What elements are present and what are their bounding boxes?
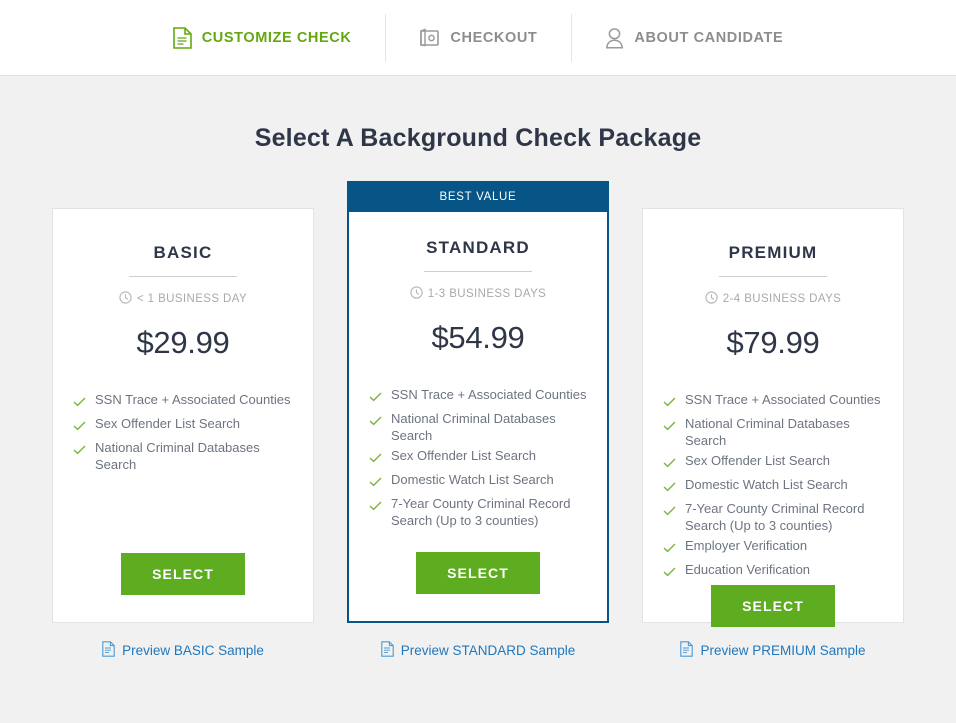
feature-list: SSN Trace + Associated Counties National… <box>663 391 883 585</box>
user-icon <box>605 27 624 49</box>
feature-item: Sex Offender List Search <box>73 415 293 436</box>
package-column-basic: BASIC < 1 BUSINESS DAY $29.99 SSN Trace … <box>52 181 314 660</box>
feature-label: National Criminal Databases Search <box>391 411 556 443</box>
document-icon <box>172 26 192 49</box>
check-icon <box>663 503 676 521</box>
package-turnaround: < 1 BUSINESS DAY <box>73 291 293 307</box>
check-icon <box>369 413 382 431</box>
feature-item: SSN Trace + Associated Counties <box>663 391 883 412</box>
feature-label: 7-Year County Criminal Record Search (Up… <box>685 501 865 533</box>
turnaround-label: 2-4 BUSINESS DAYS <box>722 293 842 305</box>
feature-label: SSN Trace + Associated Counties <box>95 392 291 407</box>
select-button-wrap: SELECT <box>53 553 313 622</box>
select-button-premium[interactable]: SELECT <box>711 585 835 627</box>
check-icon <box>369 450 382 468</box>
check-icon <box>663 394 676 412</box>
nav-item-customize-check[interactable]: CUSTOMIZE CHECK <box>139 14 386 62</box>
feature-label: Employer Verification <box>685 538 808 553</box>
check-icon <box>663 540 676 558</box>
feature-item: SSN Trace + Associated Counties <box>369 386 587 407</box>
feature-label: Domestic Watch List Search <box>391 472 554 487</box>
check-icon <box>663 479 676 497</box>
package-name: BASIC <box>153 243 213 262</box>
feature-label: National Criminal Databases Search <box>685 416 850 448</box>
clock-icon <box>119 291 132 307</box>
check-icon <box>663 455 676 473</box>
check-icon <box>663 418 676 436</box>
check-icon <box>369 389 382 407</box>
feature-item: 7-Year County Criminal Record Search (Up… <box>369 495 587 529</box>
turnaround-label: 1-3 BUSINESS DAYS <box>427 288 547 300</box>
feature-item: National Criminal Databases Search <box>369 410 587 444</box>
clock-icon <box>410 286 423 302</box>
package-name: PREMIUM <box>728 243 818 262</box>
feature-item: National Criminal Databases Search <box>73 439 293 473</box>
select-button-wrap: SELECT <box>349 552 607 621</box>
package-price: $54.99 <box>431 320 525 355</box>
nav-item-about-candidate[interactable]: ABOUT CANDIDATE <box>571 13 817 62</box>
feature-label: National Criminal Databases Search <box>95 440 260 472</box>
select-button-wrap: SELECT <box>643 585 903 654</box>
feature-label: Domestic Watch List Search <box>685 477 848 492</box>
select-button-standard[interactable]: SELECT <box>416 552 540 594</box>
feature-item: National Criminal Databases Search <box>663 415 883 449</box>
check-icon <box>73 394 86 412</box>
feature-list: SSN Trace + Associated Counties Sex Offe… <box>73 391 293 476</box>
feature-item: Domestic Watch List Search <box>663 476 883 497</box>
preview-link-label: Preview STANDARD Sample <box>400 643 576 658</box>
package-card-standard[interactable]: BEST VALUE STANDARD 1-3 BUSINESS DAYS $5… <box>347 181 609 623</box>
nav-item-label: ABOUT CANDIDATE <box>634 29 784 46</box>
top-navigation: CUSTOMIZE CHECK CHECKOUT ABOUT CANDIDATE <box>0 0 956 76</box>
nav-item-label: CHECKOUT <box>450 29 538 46</box>
feature-item: 7-Year County Criminal Record Search (Up… <box>663 500 883 534</box>
feature-label: Sex Offender List Search <box>391 448 537 463</box>
feature-label: 7-Year County Criminal Record Search (Up… <box>391 496 571 528</box>
package-turnaround: 1-3 BUSINESS DAYS <box>369 286 587 302</box>
feature-label: Education Verification <box>685 562 811 577</box>
feature-item: Sex Offender List Search <box>369 447 587 468</box>
best-value-badge: BEST VALUE <box>349 183 607 212</box>
package-column-standard: BEST VALUE STANDARD 1-3 BUSINESS DAYS $5… <box>347 181 609 660</box>
turnaround-label: < 1 BUSINESS DAY <box>136 293 248 305</box>
check-icon <box>73 442 86 460</box>
card-divider <box>129 276 237 277</box>
check-icon <box>73 418 86 436</box>
check-icon <box>369 498 382 516</box>
feature-label: SSN Trace + Associated Counties <box>685 392 881 407</box>
page-title: Select A Background Check Package <box>254 124 702 152</box>
feature-item: Sex Offender List Search <box>663 452 883 473</box>
preview-link-standard[interactable]: Preview STANDARD Sample <box>380 641 576 660</box>
preview-link-label: Preview BASIC Sample <box>122 643 264 658</box>
package-name: STANDARD <box>426 238 530 257</box>
feature-label: SSN Trace + Associated Counties <box>391 387 587 402</box>
preview-document-icon <box>102 641 115 660</box>
preview-document-icon <box>380 641 394 660</box>
check-icon <box>663 564 676 582</box>
feature-list: SSN Trace + Associated Counties National… <box>369 386 587 532</box>
select-button-basic[interactable]: SELECT <box>121 553 245 595</box>
clock-icon <box>705 291 718 307</box>
package-card-basic[interactable]: BASIC < 1 BUSINESS DAY $29.99 SSN Trace … <box>52 208 314 623</box>
package-price: $29.99 <box>136 325 230 360</box>
package-price: $79.99 <box>726 325 820 360</box>
card-divider <box>424 271 532 272</box>
wallet-icon <box>419 27 440 48</box>
nav-item-checkout[interactable]: CHECKOUT <box>385 13 571 62</box>
feature-item: SSN Trace + Associated Counties <box>73 391 293 412</box>
package-cards-container: BASIC < 1 BUSINESS DAY $29.99 SSN Trace … <box>0 181 956 660</box>
package-turnaround: 2-4 BUSINESS DAYS <box>663 291 883 307</box>
package-column-premium: PREMIUM 2-4 BUSINESS DAYS $79.99 SSN Tra… <box>642 181 904 660</box>
nav-item-label: CUSTOMIZE CHECK <box>201 29 352 46</box>
package-card-premium[interactable]: PREMIUM 2-4 BUSINESS DAYS $79.99 SSN Tra… <box>642 208 904 627</box>
feature-label: Sex Offender List Search <box>95 416 241 431</box>
card-divider <box>719 276 827 277</box>
feature-item: Employer Verification <box>663 537 883 558</box>
preview-link-basic[interactable]: Preview BASIC Sample <box>102 641 264 660</box>
check-icon <box>369 474 382 492</box>
feature-item: Domestic Watch List Search <box>369 471 587 492</box>
feature-label: Sex Offender List Search <box>685 453 831 468</box>
feature-item: Education Verification <box>663 561 883 582</box>
